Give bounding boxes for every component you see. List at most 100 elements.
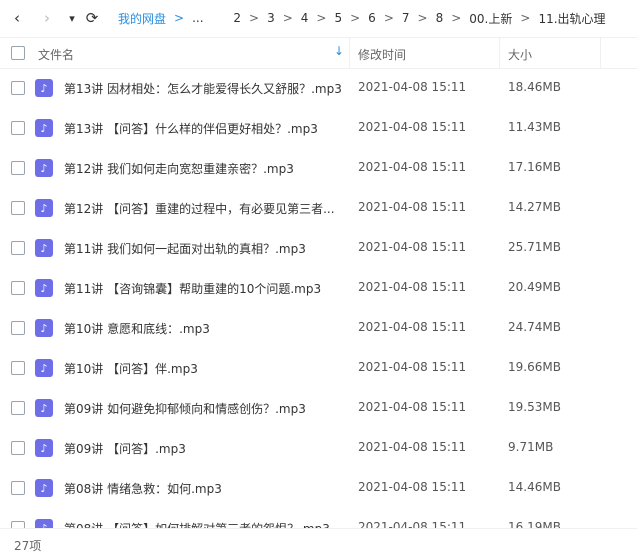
file-name[interactable]: 第11讲 我们如何一起面对出轨的真相？.mp3 — [64, 240, 344, 257]
breadcrumb-current[interactable]: 11.出轨心理 — [538, 10, 605, 27]
file-row[interactable]: ♪ 第11讲 【咨询锦囊】帮助重建的10个问题.mp3 2021-04-08 15:… — [0, 268, 637, 308]
file-name[interactable]: 第12讲 【问答】重建的过程中，有必要见第三者... — [64, 200, 344, 217]
row-checkbox[interactable] — [11, 161, 25, 175]
column-name-header[interactable]: 文件名 — [38, 46, 74, 63]
column-divider[interactable] — [499, 38, 500, 68]
file-name[interactable]: 第10讲 意愿和底线：.mp3 — [64, 320, 344, 337]
audio-file-icon: ♪ — [35, 119, 53, 137]
file-row[interactable]: ♪ 第12讲 【问答】重建的过程中，有必要见第三者... 2021-04-08 15… — [0, 188, 637, 228]
row-checkbox[interactable] — [11, 401, 25, 415]
history-dropdown-button[interactable]: ▾ — [63, 8, 81, 28]
file-name[interactable]: 第10讲 【问答】伴.mp3 — [64, 360, 344, 377]
forward-button[interactable]: › — [38, 8, 56, 28]
file-name[interactable]: 第09讲 如何避免抑郁倾向和情感创伤？.mp3 — [64, 400, 344, 417]
audio-file-icon: ♪ — [35, 279, 53, 297]
breadcrumb-item[interactable]: 00.上新 — [469, 10, 512, 27]
sort-down-arrow-icon[interactable]: ↓ — [334, 44, 344, 58]
breadcrumb-item[interactable]: ... — [192, 11, 203, 25]
row-checkbox[interactable] — [11, 281, 25, 295]
file-size: 11.43MB — [508, 120, 561, 134]
file-size: 14.27MB — [508, 200, 561, 214]
breadcrumb: 我的网盘 > ... 2 > 3 > 4 > 5 > 6 > 7 > 8 > 0… — [118, 0, 606, 36]
file-size: 25.71MB — [508, 240, 561, 254]
file-name[interactable]: 第08讲 情绪急救：如何.mp3 — [64, 480, 344, 497]
file-name[interactable]: 第13讲 【问答】什么样的伴侣更好相处？.mp3 — [64, 120, 344, 137]
column-modified-header[interactable]: 修改时间 — [358, 46, 406, 63]
file-row[interactable]: ♪ 第08讲 【问答】如何排解对第三者的怨恨？.mp3 2021-04-08 15:… — [0, 508, 637, 528]
breadcrumb-separator: > — [316, 11, 327, 25]
file-name[interactable]: 第08讲 【问答】如何排解对第三者的怨恨？.mp3 — [64, 520, 344, 528]
file-row[interactable]: ♪ 第13讲 因材相处：怎么才能爱得长久又舒服？.mp3 2021-04-08 15… — [0, 68, 637, 108]
file-modified-time: 2021-04-08 15:11 — [358, 360, 467, 374]
column-header: 文件名 ↓ 修改时间 大小 — [0, 37, 637, 69]
file-row[interactable]: ♪ 第13讲 【问答】什么样的伴侣更好相处？.mp3 2021-04-08 15:1… — [0, 108, 637, 148]
audio-file-icon: ♪ — [35, 439, 53, 457]
breadcrumb-separator: > — [282, 11, 293, 25]
breadcrumb-separator: > — [350, 11, 361, 25]
select-all-checkbox[interactable] — [11, 46, 25, 60]
file-size: 16.19MB — [508, 520, 561, 528]
breadcrumb-separator: > — [249, 11, 260, 25]
file-size: 19.66MB — [508, 360, 561, 374]
toolbar: ‹ › ▾ ⟳ 我的网盘 > ... 2 > 3 > 4 > 5 > 6 > 7… — [0, 0, 637, 36]
breadcrumb-item[interactable]: 8 — [436, 11, 444, 25]
file-modified-time: 2021-04-08 15:11 — [358, 480, 467, 494]
row-checkbox[interactable] — [11, 201, 25, 215]
file-name[interactable]: 第12讲 我们如何走向宽恕重建亲密？.mp3 — [64, 160, 344, 177]
breadcrumb-separator — [222, 11, 226, 25]
row-checkbox[interactable] — [11, 121, 25, 135]
audio-file-icon: ♪ — [35, 319, 53, 337]
breadcrumb-separator: > — [451, 11, 462, 25]
refresh-button[interactable]: ⟳ — [83, 8, 101, 28]
file-row[interactable]: ♪ 第09讲 【问答】.mp3 2021-04-08 15:11 9.71MB — [0, 428, 637, 468]
file-size: 19.53MB — [508, 400, 561, 414]
audio-file-icon: ♪ — [35, 199, 53, 217]
row-checkbox[interactable] — [11, 441, 25, 455]
file-modified-time: 2021-04-08 15:11 — [358, 520, 467, 528]
breadcrumb-item[interactable]: 7 — [402, 11, 410, 25]
audio-file-icon: ♪ — [35, 239, 53, 257]
breadcrumb-separator: > — [520, 11, 531, 25]
file-row[interactable]: ♪ 第12讲 我们如何走向宽恕重建亲密？.mp3 2021-04-08 15:11 1… — [0, 148, 637, 188]
file-modified-time: 2021-04-08 15:11 — [358, 440, 467, 454]
file-modified-time: 2021-04-08 15:11 — [358, 80, 467, 94]
audio-file-icon: ♪ — [35, 519, 53, 528]
file-size: 24.74MB — [508, 320, 561, 334]
row-checkbox[interactable] — [11, 361, 25, 375]
file-row[interactable]: ♪ 第08讲 情绪急救：如何.mp3 2021-04-08 15:11 14.46MB — [0, 468, 637, 508]
file-row[interactable]: ♪ 第09讲 如何避免抑郁倾向和情感创伤？.mp3 2021-04-08 15:11… — [0, 388, 637, 428]
file-name[interactable]: 第13讲 因材相处：怎么才能爱得长久又舒服？.mp3 — [64, 80, 344, 97]
file-row[interactable]: ♪ 第10讲 【问答】伴.mp3 2021-04-08 15:11 19.66MB — [0, 348, 637, 388]
file-size: 20.49MB — [508, 280, 561, 294]
row-checkbox[interactable] — [11, 241, 25, 255]
back-button[interactable]: ‹ — [8, 8, 26, 28]
column-divider[interactable] — [349, 38, 350, 68]
file-row[interactable]: ♪ 第10讲 意愿和底线：.mp3 2021-04-08 15:11 24.74MB — [0, 308, 637, 348]
breadcrumb-item[interactable]: 4 — [301, 11, 309, 25]
file-size: 14.46MB — [508, 480, 561, 494]
file-modified-time: 2021-04-08 15:11 — [358, 320, 467, 334]
breadcrumb-separator: > — [174, 11, 185, 25]
file-row[interactable]: ♪ 第11讲 我们如何一起面对出轨的真相？.mp3 2021-04-08 15:11… — [0, 228, 637, 268]
file-modified-time: 2021-04-08 15:11 — [358, 400, 467, 414]
row-checkbox[interactable] — [11, 321, 25, 335]
chevron-right-icon: › — [44, 9, 50, 27]
item-count: 27项 — [14, 539, 42, 553]
breadcrumb-item[interactable]: 2 — [233, 11, 241, 25]
audio-file-icon: ♪ — [35, 359, 53, 377]
column-size-header[interactable]: 大小 — [508, 46, 532, 63]
row-checkbox[interactable] — [11, 481, 25, 495]
column-divider[interactable] — [600, 38, 601, 68]
file-name[interactable]: 第11讲 【咨询锦囊】帮助重建的10个问题.mp3 — [64, 280, 344, 297]
file-name[interactable]: 第09讲 【问答】.mp3 — [64, 440, 344, 457]
breadcrumb-separator: > — [417, 11, 428, 25]
breadcrumb-root[interactable]: 我的网盘 — [118, 10, 166, 27]
file-list: ♪ 第13讲 因材相处：怎么才能爱得长久又舒服？.mp3 2021-04-08 15… — [0, 68, 637, 528]
row-checkbox[interactable] — [11, 81, 25, 95]
file-modified-time: 2021-04-08 15:11 — [358, 120, 467, 134]
breadcrumb-item[interactable]: 5 — [334, 11, 342, 25]
chevron-down-icon: ▾ — [69, 11, 75, 25]
breadcrumb-item[interactable]: 6 — [368, 11, 376, 25]
breadcrumb-item[interactable]: 3 — [267, 11, 275, 25]
row-checkbox[interactable] — [11, 521, 25, 528]
